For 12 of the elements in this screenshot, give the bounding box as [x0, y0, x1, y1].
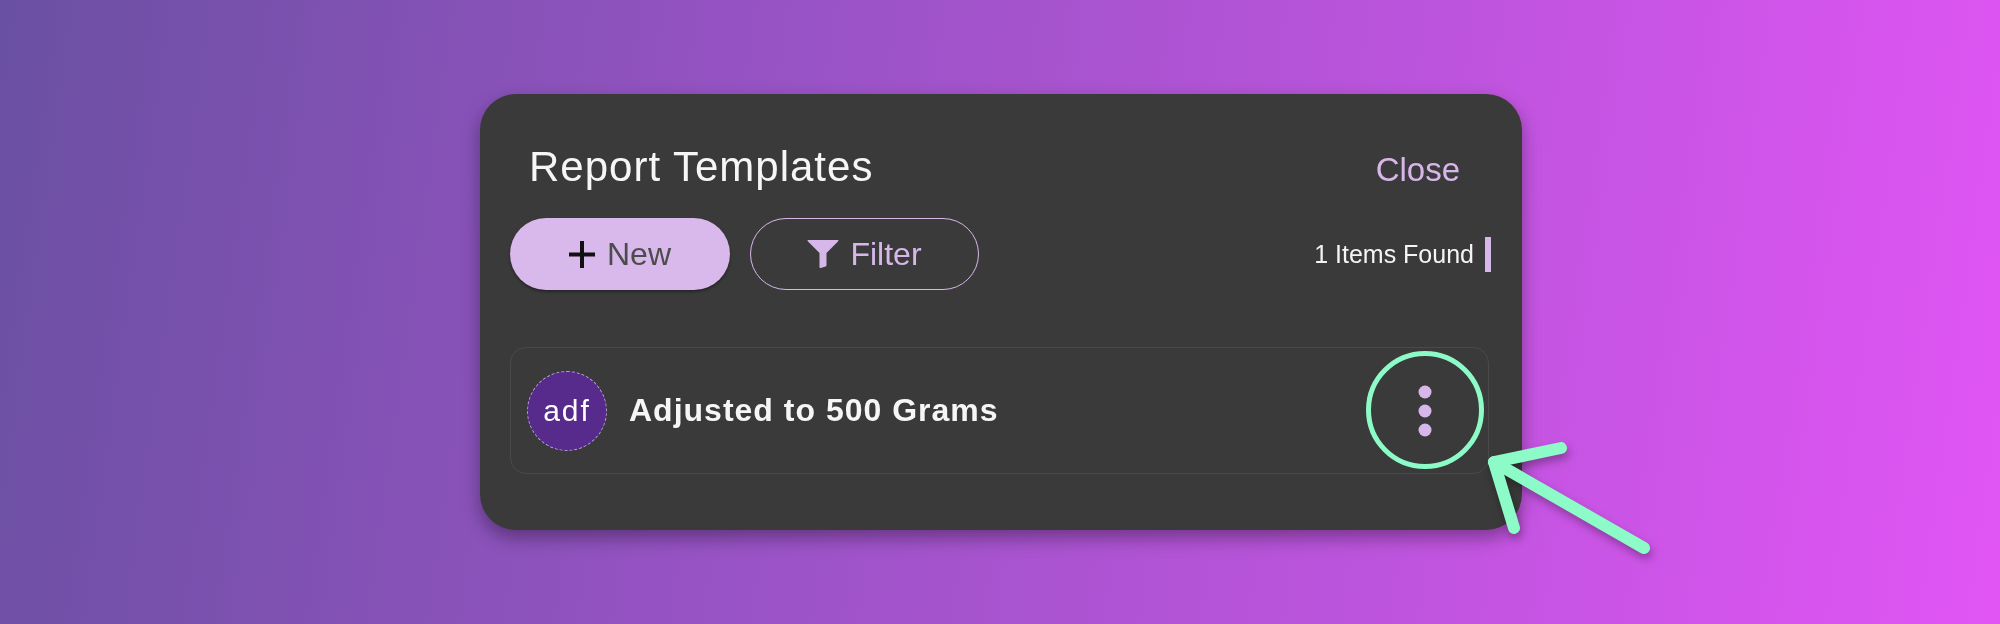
- funnel-icon: [807, 240, 840, 268]
- close-button[interactable]: Close: [1375, 150, 1460, 190]
- template-row[interactable]: adf Adjusted to 500 Grams: [510, 347, 1489, 474]
- template-name: Adjusted to 500 Grams: [629, 392, 999, 429]
- vertical-dots-icon: [1418, 384, 1432, 437]
- dialog-title: Report Templates: [529, 145, 874, 189]
- result-count: 1 Items Found: [1314, 239, 1474, 269]
- vertical-bar: [1485, 236, 1491, 272]
- plus-icon: [569, 240, 595, 268]
- logo: adf: [527, 370, 607, 451]
- more-options-button[interactable]: [1418, 384, 1432, 437]
- new-button[interactable]: New: [510, 218, 730, 290]
